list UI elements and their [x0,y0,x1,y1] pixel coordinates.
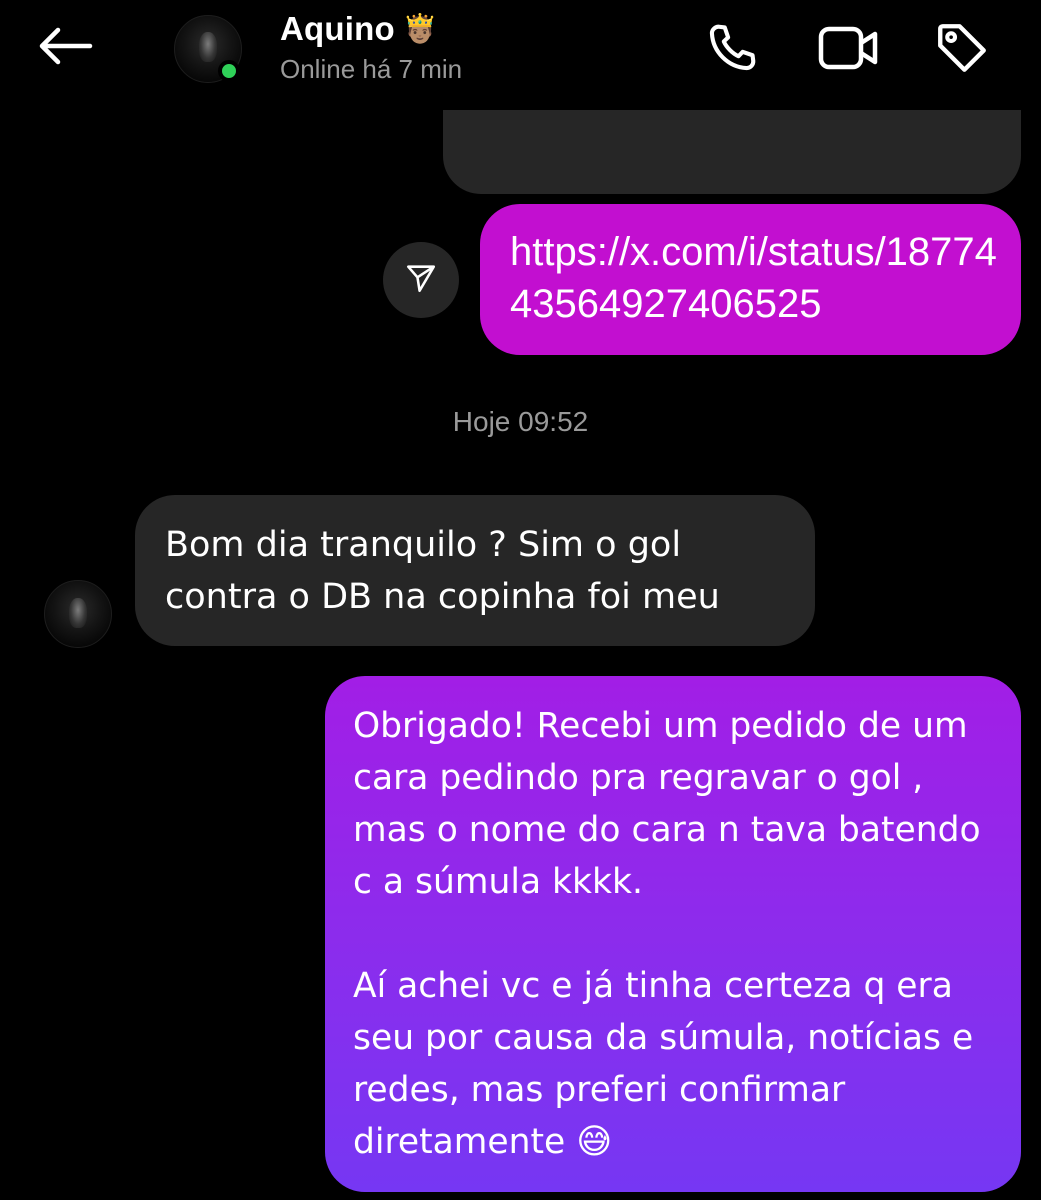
link-message-bubble[interactable]: https://x.com/i/status/18774435649274065… [480,204,1021,355]
send-icon [404,261,438,299]
video-call-button[interactable] [816,20,880,80]
message-paragraph: Obrigado! Recebi um pedido de um cara pe… [353,706,981,902]
back-button[interactable] [30,18,100,78]
incoming-message-bubble[interactable]: Bom dia tranquilo ? Sim o gol contra o D… [135,495,815,646]
share-button[interactable] [383,242,459,318]
tag-button[interactable] [930,20,994,80]
back-arrow-icon [36,26,94,70]
online-indicator [218,60,240,82]
avatar-figure [199,32,217,62]
message-timestamp: Hoje 09:52 [452,406,589,437]
crown-emoji: 🤴🏽 [402,12,438,45]
sender-avatar[interactable] [44,580,112,648]
contact-name-row[interactable]: Aquino 🤴🏽 [280,10,438,48]
chat-header: Aquino 🤴🏽 Online há 7 min [0,0,1041,110]
phone-icon [703,19,761,81]
video-icon [817,23,879,77]
tag-icon [933,19,991,81]
message-paragraph: Aí achei vc e já tinha certeza q era seu… [353,966,974,1162]
voice-call-button[interactable] [700,20,764,80]
contact-name[interactable]: Aquino [280,10,395,48]
outgoing-message-bubble[interactable]: Obrigado! Recebi um pedido de um cara pe… [325,676,1021,1192]
avatar-figure [69,598,87,628]
contact-status: Online há 7 min [280,54,463,84]
